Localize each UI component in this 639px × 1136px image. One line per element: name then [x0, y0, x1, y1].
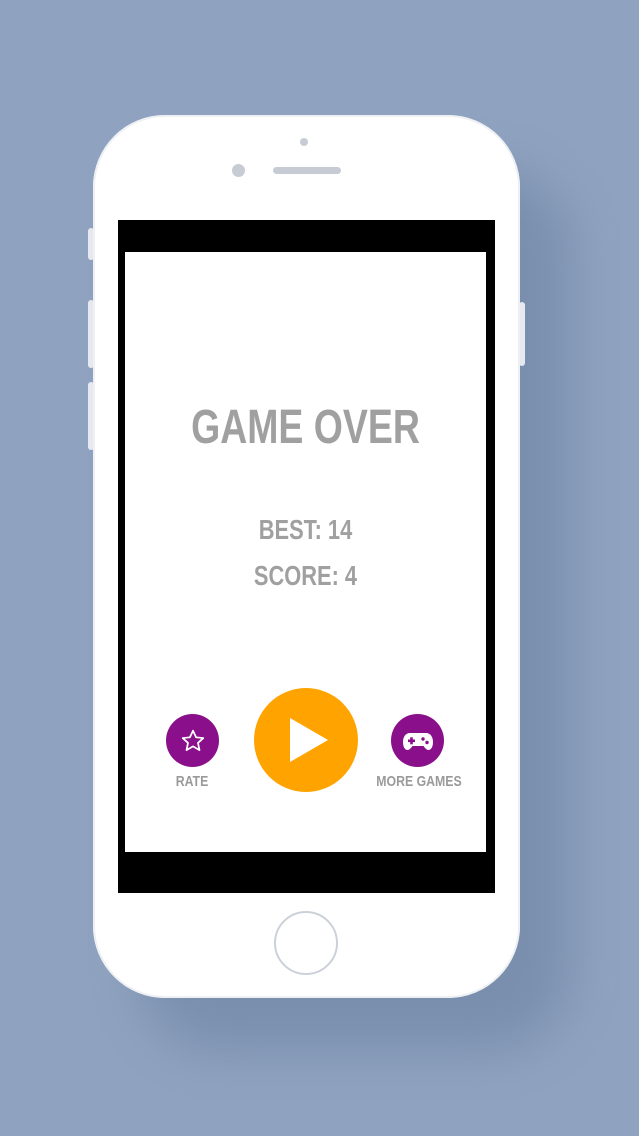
game-screen: GAME OVER BEST: 14 SCORE: 4 RATE MORE GA… — [125, 252, 486, 852]
proximity-sensor — [232, 164, 245, 177]
rate-label: RATE — [175, 773, 209, 790]
gamepad-icon — [402, 732, 433, 750]
play-button[interactable] — [254, 688, 358, 792]
best-score: BEST: 14 — [258, 514, 353, 545]
current-score: SCORE: 4 — [253, 560, 358, 591]
play-icon — [290, 718, 328, 762]
more-games-label: MORE GAMES — [376, 773, 462, 790]
rate-button[interactable] — [166, 714, 219, 767]
front-camera — [300, 138, 308, 146]
game-over-title: GAME OVER — [191, 401, 420, 454]
star-icon — [181, 729, 204, 751]
earpiece-speaker — [273, 167, 341, 174]
home-button[interactable] — [274, 911, 338, 975]
more-games-button[interactable] — [391, 714, 444, 767]
